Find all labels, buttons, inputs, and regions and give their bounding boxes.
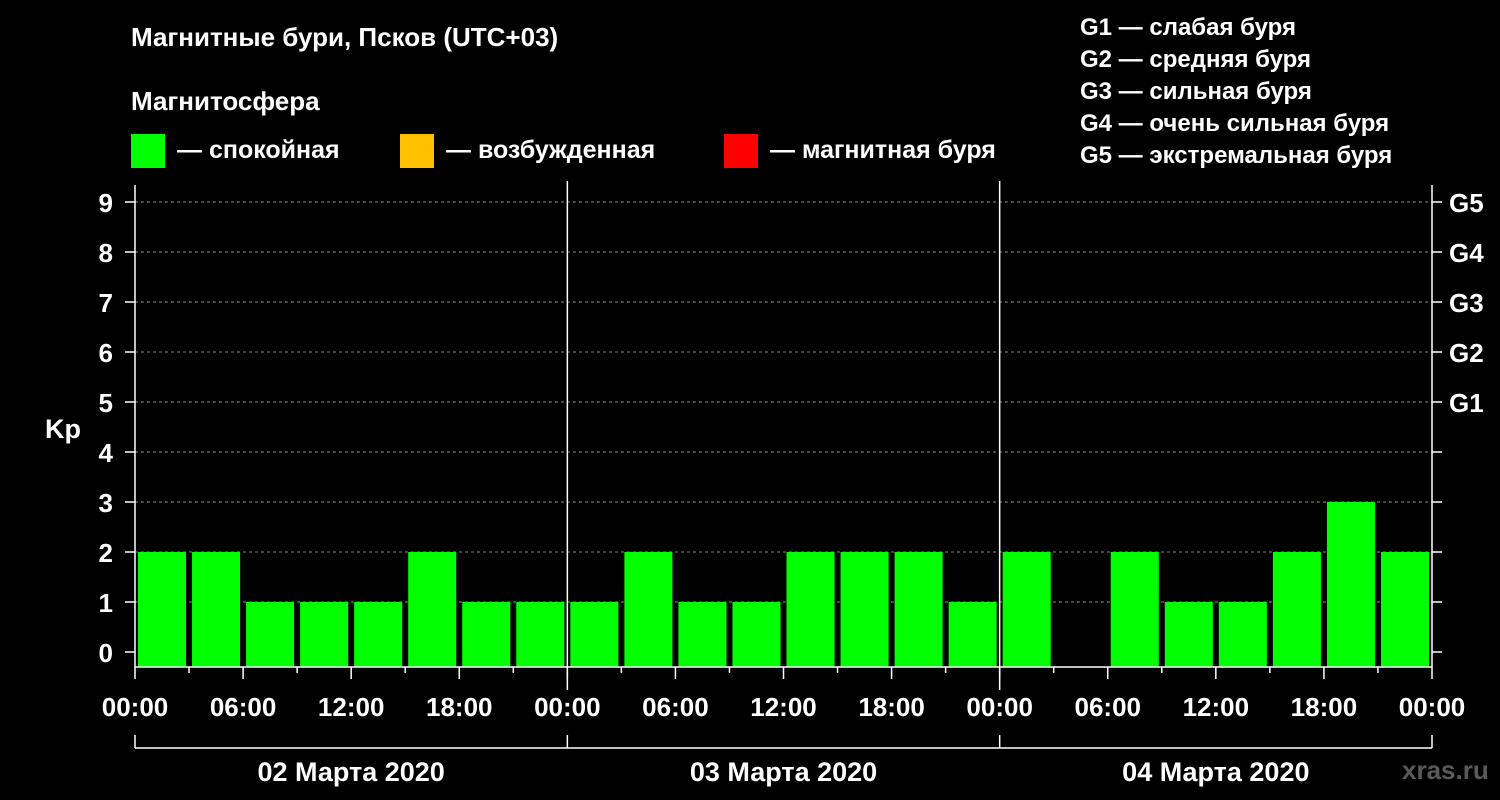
x-tick-label: 00:00	[102, 692, 169, 722]
kp-bar-chart: 0 1 2 3 4 5 6 7 8 9 G1 G2 G3 G4 G5 Kp 00:00 06:00 12:00 18:…	[45, 181, 1484, 787]
kp-bar	[354, 602, 403, 667]
g-level-label: G5	[1449, 188, 1484, 218]
g-level-label: G2	[1449, 338, 1484, 368]
y-tick-label: 4	[99, 438, 114, 468]
kp-bar	[1164, 602, 1213, 667]
x-tick-label: 18:00	[1291, 692, 1358, 722]
kp-bar	[732, 602, 781, 667]
kp-bar	[678, 602, 727, 667]
kp-bar	[1002, 552, 1051, 667]
kp-bar	[948, 602, 997, 667]
kp-bar	[894, 552, 943, 667]
x-tick-label: 06:00	[1075, 692, 1142, 722]
x-tick-label: 06:00	[642, 692, 709, 722]
day-label: 03 Марта 2020	[690, 757, 877, 787]
kp-bar	[462, 602, 511, 667]
y-tick-label: 9	[99, 188, 113, 218]
x-tick-label: 00:00	[534, 692, 601, 722]
day-label: 04 Марта 2020	[1122, 757, 1309, 787]
kp-bar	[300, 602, 349, 667]
x-tick-label: 06:00	[210, 692, 277, 722]
y-tick-label: 3	[99, 488, 113, 518]
kp-bar	[840, 552, 889, 667]
x-tick-label: 12:00	[1183, 692, 1250, 722]
g-level-label: G1	[1449, 388, 1484, 418]
y-tick-label: 7	[99, 288, 113, 318]
g-level-label: G4	[1449, 238, 1484, 268]
x-tick-label: 00:00	[1399, 692, 1466, 722]
x-tick-label: 12:00	[318, 692, 385, 722]
kp-bar	[1110, 552, 1159, 667]
kp-bar	[1272, 552, 1321, 667]
day-label: 02 Марта 2020	[258, 757, 445, 787]
kp-bar	[408, 552, 457, 667]
kp-bar	[786, 552, 835, 667]
watermark: xras.ru	[1402, 755, 1489, 785]
y-tick-label: 5	[99, 388, 113, 418]
kp-bar	[1326, 502, 1375, 667]
kp-bar	[246, 602, 295, 667]
kp-bar	[516, 602, 565, 667]
g-level-label: G3	[1449, 288, 1484, 318]
y-tick-label: 6	[99, 338, 113, 368]
kp-bar	[192, 552, 241, 667]
x-tick-label: 18:00	[858, 692, 925, 722]
y-axis-label: Kp	[45, 414, 81, 444]
kp-bar	[570, 602, 619, 667]
y-tick-label: 8	[99, 238, 113, 268]
x-tick-label: 18:00	[426, 692, 493, 722]
x-tick-label: 12:00	[750, 692, 817, 722]
kp-bar	[624, 552, 673, 667]
x-tick-label: 00:00	[966, 692, 1033, 722]
y-tick-label: 0	[99, 638, 113, 668]
kp-bar	[1218, 602, 1267, 667]
y-tick-label: 2	[99, 538, 113, 568]
y-tick-label: 1	[99, 588, 113, 618]
kp-bar	[1380, 552, 1429, 667]
kp-bar	[138, 552, 187, 667]
